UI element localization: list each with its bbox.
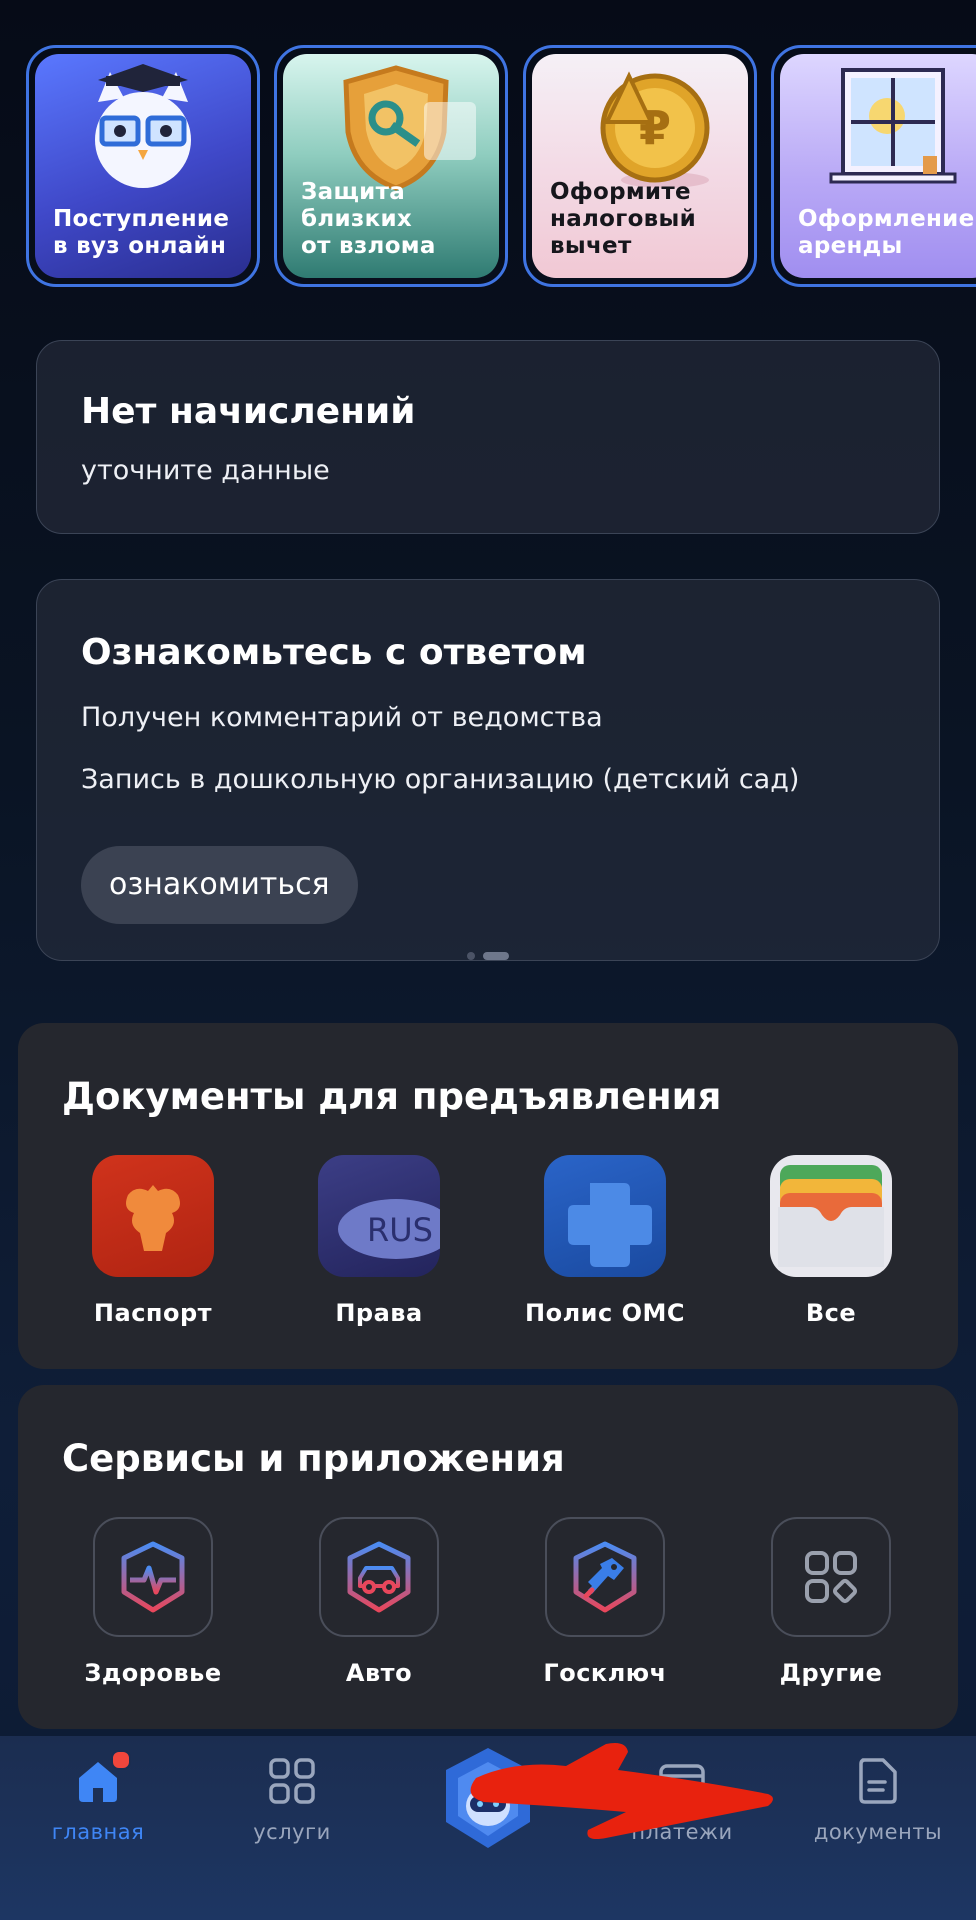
- story-card: Поступление в вуз онлайн: [35, 54, 251, 278]
- service-label: Другие: [779, 1659, 883, 1687]
- robot-assistant-icon: [446, 1748, 530, 1848]
- service-health[interactable]: Здоровье: [40, 1517, 266, 1687]
- charges-subtitle: уточните данные: [81, 455, 330, 486]
- document-label: Паспорт: [93, 1299, 213, 1327]
- service-label: Здоровье: [84, 1659, 222, 1687]
- charges-card[interactable]: Нет начислений уточните данные: [36, 340, 940, 534]
- pagination-dot: [467, 952, 475, 960]
- story-card: Оформление аренды: [780, 54, 976, 278]
- story-title: Оформление аренды: [798, 206, 975, 259]
- stories-row: Поступление в вуз онлайн Защита близких …: [26, 45, 976, 287]
- story-rental[interactable]: Оформление аренды: [771, 45, 976, 287]
- license-text: RUS: [367, 1211, 433, 1249]
- nav-home[interactable]: главная: [8, 1736, 188, 1844]
- document-passport[interactable]: Паспорт: [40, 1155, 266, 1327]
- service-auto[interactable]: Авто: [266, 1517, 492, 1687]
- nav-payments[interactable]: платежи: [592, 1736, 772, 1844]
- document-all[interactable]: Все: [718, 1155, 944, 1327]
- services-title: Сервисы и приложения: [62, 1437, 565, 1480]
- story-family-protection[interactable]: Защита близких от взлома: [274, 45, 508, 287]
- document-icon: [853, 1756, 903, 1806]
- service-label: Авто: [345, 1659, 413, 1687]
- medical-cross-icon: [544, 1155, 666, 1277]
- bottom-navigation: главная услуги платежи документы: [0, 1736, 976, 1920]
- service-other[interactable]: Другие: [718, 1517, 944, 1687]
- key-icon: [545, 1517, 665, 1637]
- passport-eagle-icon: [92, 1155, 214, 1277]
- document-label: Все: [805, 1299, 857, 1327]
- answer-card[interactable]: Ознакомьтесь с ответом Получен комментар…: [36, 579, 940, 961]
- answer-subject: Запись в дошкольную организацию (детский…: [81, 764, 800, 795]
- grid-icon: [267, 1756, 317, 1806]
- story-title: Оформите налоговый вычет: [550, 179, 697, 259]
- document-label: Полис ОМС: [525, 1299, 685, 1327]
- services-list: Здоровье Авто Госключ Другие: [18, 1517, 958, 1707]
- answer-title: Ознакомьтесь с ответом: [81, 632, 587, 673]
- story-tax-deduction[interactable]: ₽ Оформите налоговый вычет: [523, 45, 757, 287]
- charges-title: Нет начислений: [81, 391, 416, 432]
- window-sun-image: [829, 68, 957, 184]
- service-goskey[interactable]: Госключ: [492, 1517, 718, 1687]
- document-oms[interactable]: Полис ОМС: [492, 1155, 718, 1327]
- document-license[interactable]: RUS Права: [266, 1155, 492, 1327]
- document-label: Права: [335, 1299, 423, 1327]
- review-button[interactable]: ознакомиться: [81, 846, 358, 924]
- documents-title: Документы для предъявления: [62, 1075, 722, 1118]
- answer-comment: Получен комментарий от ведомства: [81, 702, 603, 733]
- shield-key-image: [343, 65, 476, 191]
- car-icon: [319, 1517, 439, 1637]
- documents-list: Паспорт RUS Права Полис ОМС Все: [18, 1155, 958, 1345]
- story-university-admission[interactable]: Поступление в вуз онлайн: [26, 45, 260, 287]
- documents-panel: Документы для предъявления Паспорт RUS П…: [18, 1023, 958, 1369]
- home-icon: [73, 1750, 131, 1806]
- nav-label: услуги: [253, 1820, 331, 1844]
- nav-label: платежи: [631, 1820, 733, 1844]
- notification-badge: [111, 1750, 131, 1770]
- nav-services[interactable]: услуги: [202, 1736, 382, 1844]
- services-panel: Сервисы и приложения Здоровье Авто Госкл…: [18, 1385, 958, 1729]
- owl-mascot-image: [95, 64, 191, 188]
- pagination-dot-active: [483, 952, 509, 960]
- assistant-button[interactable]: [440, 1744, 536, 1854]
- nav-documents[interactable]: документы: [788, 1736, 968, 1844]
- service-label: Госключ: [543, 1659, 667, 1687]
- health-pulse-icon: [93, 1517, 213, 1637]
- gold-coin-image: ₽: [600, 71, 710, 188]
- nav-label: документы: [813, 1820, 943, 1844]
- drivers-license-icon: RUS: [318, 1155, 440, 1277]
- story-title: Поступление в вуз онлайн: [53, 206, 230, 259]
- story-card: Защита близких от взлома: [283, 54, 499, 278]
- wallet-icon: [657, 1756, 707, 1806]
- grid-icon: [771, 1517, 891, 1637]
- carousel-pagination: [467, 952, 509, 960]
- wallet-icon: [770, 1155, 892, 1277]
- story-title: Защита близких от взлома: [301, 179, 436, 259]
- story-card: ₽ Оформите налоговый вычет: [532, 54, 748, 278]
- nav-label: главная: [51, 1820, 145, 1844]
